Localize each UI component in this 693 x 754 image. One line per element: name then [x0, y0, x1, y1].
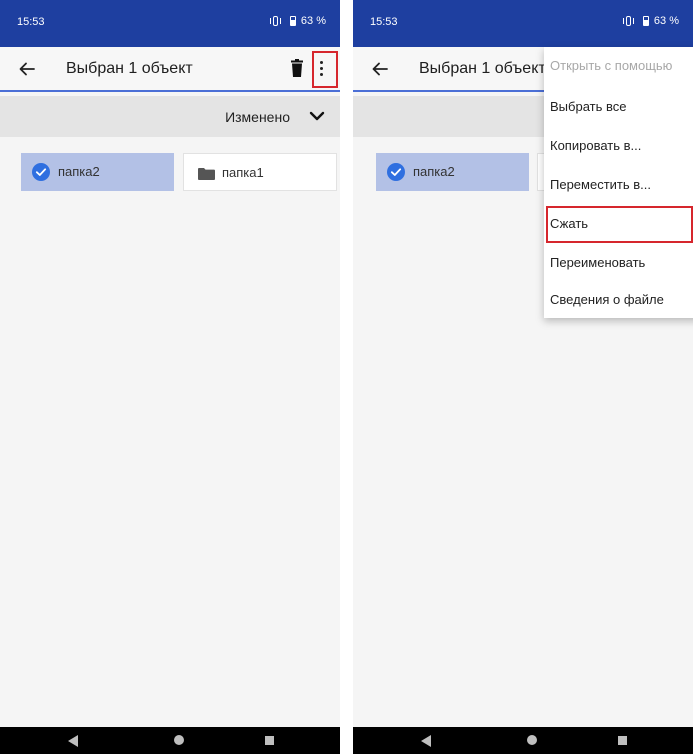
nav-home-icon[interactable] [527, 735, 537, 745]
vibrate-icon [269, 16, 281, 26]
status-bar: 15:53 63 % [353, 0, 693, 47]
menu-item-open-with[interactable]: Открыть с помощью [544, 47, 693, 85]
file-name: папка1 [222, 165, 264, 180]
status-indicators: 63 % [269, 15, 326, 27]
menu-item-select-all[interactable]: Выбрать все [544, 88, 693, 126]
nav-recents-icon[interactable] [618, 736, 627, 745]
nav-home-icon[interactable] [174, 735, 184, 745]
check-circle-icon [32, 163, 50, 181]
file-name: папка2 [413, 164, 455, 179]
file-tile[interactable]: папка1 [183, 153, 337, 191]
arrow-back-icon[interactable] [15, 57, 39, 81]
selection-title: Выбран 1 объект [66, 60, 193, 77]
sort-bar[interactable]: Изменено [0, 96, 340, 137]
highlight-compress-item [546, 206, 693, 243]
nav-recents-icon[interactable] [265, 736, 274, 745]
nav-back-icon[interactable] [68, 735, 78, 747]
status-indicators: 63 % [622, 15, 679, 27]
status-bar: 15:53 63 % [0, 0, 340, 47]
menu-item-copy-to[interactable]: Копировать в... [544, 127, 693, 165]
vibrate-icon [622, 16, 634, 26]
battery-icon [289, 16, 296, 26]
chevron-down-icon[interactable] [308, 107, 326, 125]
file-tile-selected[interactable]: папка2 [21, 153, 174, 191]
sort-label: Изменено [225, 109, 290, 125]
check-circle-icon [387, 163, 405, 181]
nav-back-icon[interactable] [421, 735, 431, 747]
phone-screen-right: 15:53 63 % Выбран 1 объект папка2 Открыт… [353, 0, 693, 754]
system-nav-bar [353, 727, 693, 754]
folder-icon [198, 168, 215, 180]
file-name: папка2 [58, 164, 100, 179]
delete-icon[interactable] [290, 59, 304, 77]
file-tile-selected[interactable]: папка2 [376, 153, 529, 191]
highlight-more-button [312, 51, 338, 88]
status-time: 15:53 [370, 16, 398, 28]
menu-item-move-to[interactable]: Переместить в... [544, 166, 693, 204]
app-bar: Выбран 1 объект [0, 47, 340, 92]
status-time: 15:53 [17, 16, 45, 28]
arrow-back-icon[interactable] [368, 57, 392, 81]
phone-screen-left: 15:53 63 % Выбран 1 объект Изменено папк… [0, 0, 340, 754]
menu-item-file-info[interactable]: Сведения о файле [544, 281, 693, 319]
menu-item-rename[interactable]: Переименовать [544, 244, 693, 282]
battery-icon [642, 16, 649, 26]
battery-level: 63 % [653, 15, 679, 27]
system-nav-bar [0, 727, 340, 754]
overflow-menu: Открыть с помощью Выбрать все Копировать… [544, 47, 693, 318]
selection-title: Выбран 1 объект [419, 60, 546, 77]
battery-level: 63 % [300, 15, 326, 27]
